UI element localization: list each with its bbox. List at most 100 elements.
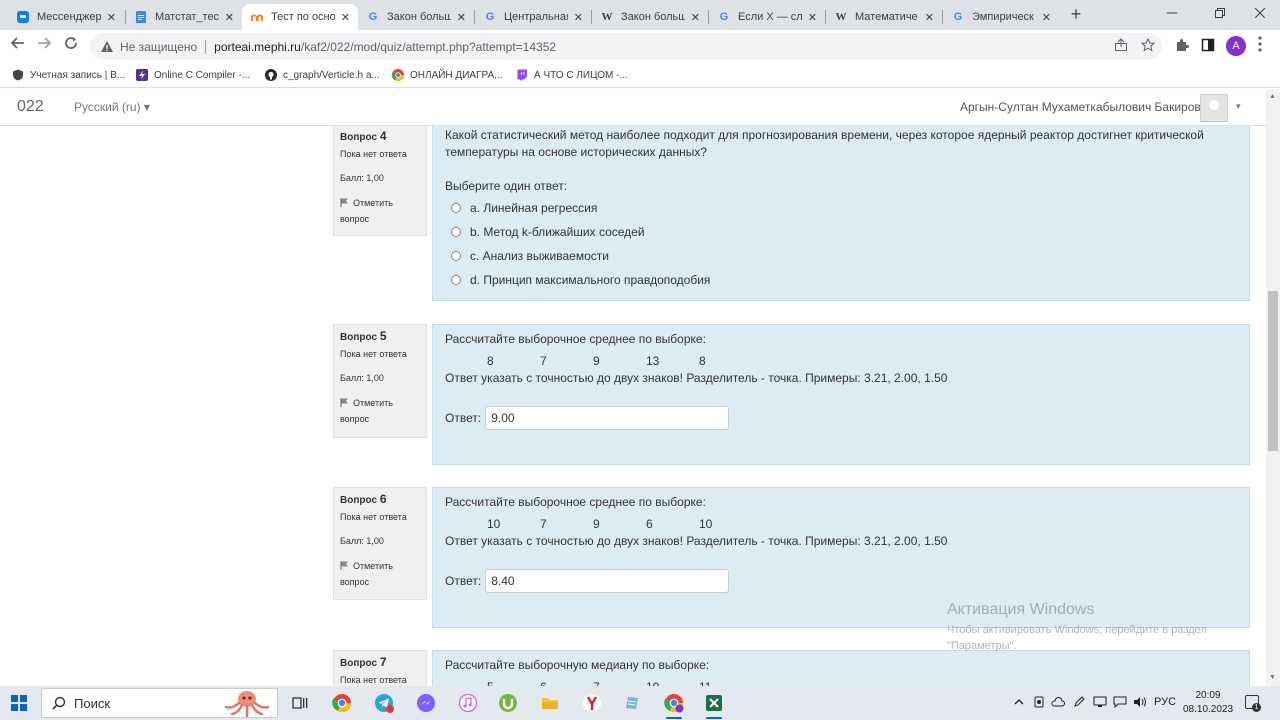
minimize-button[interactable]: [1152, 0, 1192, 30]
tab-title: Мессенджер: [37, 11, 101, 23]
google-icon: G: [485, 11, 495, 23]
close-icon[interactable]: ✕: [225, 11, 234, 24]
radio-button[interactable]: [451, 203, 461, 213]
network-icon[interactable]: [1093, 696, 1107, 711]
site-brand[interactable]: 022: [17, 98, 44, 116]
tab-quiz-active[interactable]: Тест по осно ✕: [242, 4, 358, 30]
bookmark-online-compiler[interactable]: Online C Compiler -...: [136, 67, 250, 83]
octopus-widget-icon[interactable]: [222, 689, 272, 718]
yandex-browser-icon[interactable]: [582, 693, 602, 713]
chrome-profile-taskbar-icon[interactable]: [664, 693, 684, 713]
bookmark-star-icon[interactable]: [1140, 37, 1156, 55]
question-grade: Балл: 1,00: [340, 373, 384, 383]
close-icon[interactable]: ✕: [925, 11, 934, 24]
back-button[interactable]: [8, 36, 28, 56]
system-clock[interactable]: 20:09 08.10.2023: [1183, 689, 1233, 717]
sample-values: 8 7 9 13 8: [445, 354, 1237, 370]
bookmark-twitch[interactable]: А ЧТО С ЛИЦОМ -...: [516, 67, 628, 83]
bookmark-github[interactable]: c_graph/Verticle.h a...: [265, 67, 380, 83]
notes-app-icon[interactable]: [622, 693, 642, 713]
close-icon[interactable]: ✕: [341, 11, 350, 24]
chevron-down-icon[interactable]: ▾: [1236, 101, 1241, 112]
answer-option-b[interactable]: b. Метод k-ближайших соседей: [445, 220, 1237, 244]
answer-label: Ответ:: [445, 574, 482, 588]
close-icon[interactable]: ✕: [574, 11, 583, 24]
windows-start-button[interactable]: [11, 695, 27, 711]
user-avatar[interactable]: [1200, 94, 1228, 122]
scroll-up-icon[interactable]: ▲: [1269, 93, 1276, 100]
tab-google-4[interactable]: G Эмпирическ ✕: [943, 4, 1059, 30]
task-view-icon[interactable]: [290, 693, 310, 713]
bookmark-label: ОНЛАЙН ДИАГРА...: [410, 69, 503, 81]
tray-app-icon[interactable]: [1033, 696, 1045, 711]
chevron-up-icon[interactable]: [1013, 696, 1025, 711]
excel-taskbar-icon[interactable]: [704, 693, 724, 713]
onedrive-icon[interactable]: [1051, 696, 1065, 711]
close-icon[interactable]: ✕: [1042, 11, 1051, 24]
windows-taskbar: Поиск РУС 20:09 08.10.2023 1: [0, 686, 1280, 720]
flag-question-link[interactable]: Отметить вопрос: [340, 558, 420, 590]
close-icon[interactable]: ✕: [691, 11, 700, 24]
close-window-button[interactable]: [1240, 0, 1280, 30]
new-tab-button[interactable]: +: [1066, 4, 1086, 24]
github-icon: [265, 69, 277, 81]
scroll-down-icon[interactable]: ▼: [1269, 674, 1276, 681]
restore-button[interactable]: [1200, 0, 1240, 30]
question-number: Вопрос 5: [340, 329, 387, 343]
radio-button[interactable]: [451, 251, 461, 261]
bookmark-account[interactable]: Учетная запись | В...: [12, 67, 125, 83]
reload-button[interactable]: [61, 36, 81, 56]
menu-kebab-icon[interactable]: [1258, 36, 1262, 55]
close-icon[interactable]: ✕: [457, 11, 466, 24]
tab-wikipedia-2[interactable]: W Математиче ✕: [826, 4, 942, 30]
pen-icon[interactable]: [1073, 696, 1085, 711]
question-text: Какой статистический метод наиболее подх…: [445, 128, 1204, 159]
itunes-taskbar-icon[interactable]: [458, 693, 478, 713]
security-label[interactable]: Не защищено: [120, 40, 197, 54]
sample-value: 8: [699, 354, 706, 368]
user-name[interactable]: Аргын-Султан Мухаметкабылович Бакиров: [960, 100, 1201, 114]
moodle-icon: [250, 10, 264, 24]
tab-google-2[interactable]: G Центральная ✕: [475, 4, 591, 30]
input-language[interactable]: РУС: [1154, 696, 1176, 708]
tab-google-1[interactable]: G Закон больш ✕: [358, 4, 474, 30]
flag-question-link[interactable]: Отметить вопрос: [340, 195, 420, 227]
tab-messenger[interactable]: Мессенджер ✕: [8, 4, 124, 30]
chrome-taskbar-icon[interactable]: [332, 693, 352, 713]
search-icon: [52, 696, 66, 710]
sample-value: 10: [487, 517, 501, 531]
sidepanel-icon[interactable]: [1201, 38, 1215, 55]
tab-title: Математиче: [855, 11, 918, 23]
bookmark-diagram[interactable]: ОНЛАЙН ДИАГРА...: [391, 67, 503, 83]
chat-icon[interactable]: [1113, 696, 1127, 711]
share-icon[interactable]: [1114, 38, 1128, 55]
tab-wikipedia-1[interactable]: W Закон больш ✕: [592, 4, 708, 30]
answer-input[interactable]: [485, 406, 730, 430]
close-icon[interactable]: ✕: [808, 11, 817, 24]
answer-input[interactable]: [485, 569, 730, 593]
telegram-taskbar-icon[interactable]: [374, 693, 394, 713]
extensions-icon[interactable]: [1175, 38, 1189, 55]
answer-option-c[interactable]: c. Анализ выживаемости: [445, 244, 1237, 268]
tab-google-3[interactable]: G Если X — слу ✕: [709, 4, 825, 30]
language-menu[interactable]: Русский (ru) ▾: [74, 100, 150, 114]
file-explorer-icon[interactable]: [540, 693, 560, 713]
close-icon[interactable]: ✕: [107, 11, 116, 24]
flag-question-link[interactable]: Отметить вопрос: [340, 395, 420, 427]
scrollbar-thumb[interactable]: [1268, 291, 1278, 451]
radio-button[interactable]: [451, 275, 461, 285]
answer-prompt: Выберите один ответ:: [445, 179, 568, 193]
answer-option-a[interactable]: a. Линейная регрессия: [445, 196, 1237, 220]
volume-icon[interactable]: [1133, 696, 1147, 711]
address-bar[interactable]: Не защищено porteai.mephi.ru/kaf2/022/mo…: [90, 33, 1162, 60]
utorrent-taskbar-icon[interactable]: [498, 693, 518, 713]
question-grade: Балл: 1,00: [340, 536, 384, 546]
forward-button[interactable]: [34, 36, 54, 56]
tab-matstat[interactable]: Матстат_тест ✕: [126, 4, 242, 30]
answer-option-d[interactable]: d. Принцип максимального правдоподобия: [445, 268, 1237, 292]
profile-avatar[interactable]: A: [1226, 36, 1246, 56]
radio-button[interactable]: [451, 227, 461, 237]
page-scrollbar[interactable]: ▲ ▼: [1266, 89, 1280, 686]
sample-values: 10 7 9 6 10: [445, 517, 1237, 533]
messenger-taskbar-icon[interactable]: [416, 693, 436, 713]
